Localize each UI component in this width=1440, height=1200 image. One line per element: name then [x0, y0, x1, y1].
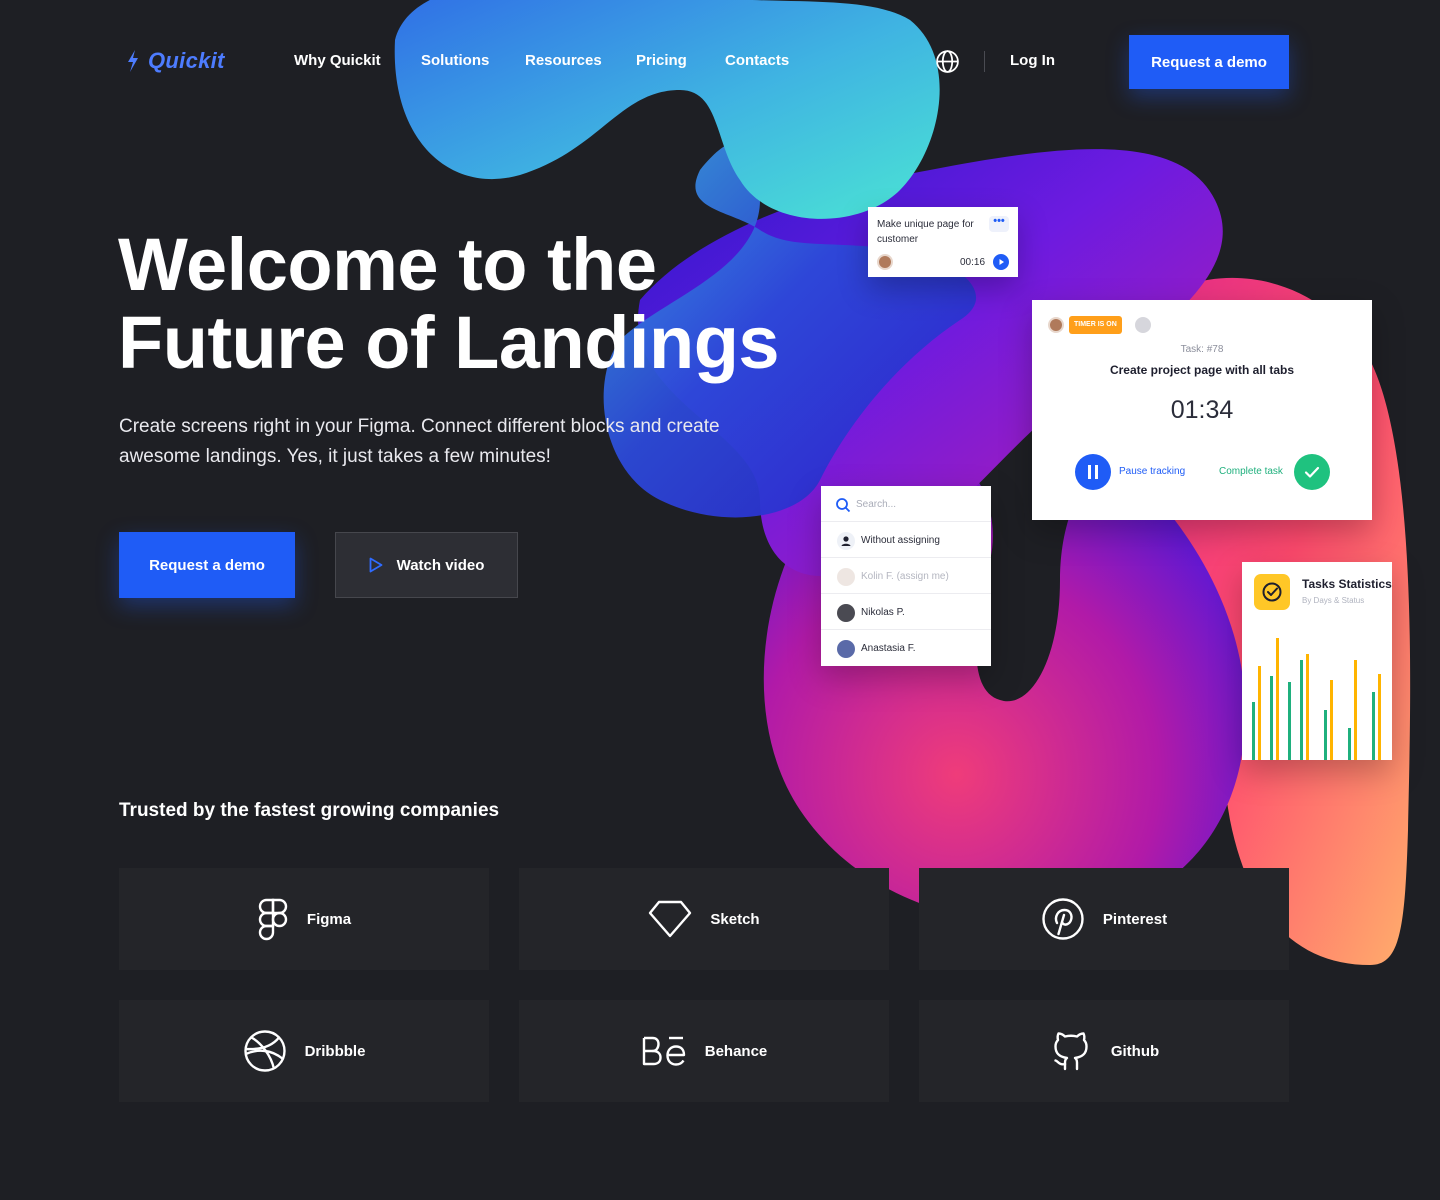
trusted-title: Trusted by the fastest growing companies — [119, 800, 500, 821]
figma-icon — [257, 897, 289, 941]
pinterest-icon — [1041, 897, 1085, 941]
logo[interactable]: Quickit — [126, 48, 225, 74]
hero-title: Welcome to the Future of Landings — [118, 226, 838, 382]
more-icon[interactable]: ••• — [989, 216, 1009, 232]
chart-bar — [1252, 702, 1255, 760]
chart-bar — [1372, 692, 1375, 760]
hero-title-line-1: Welcome to the — [118, 223, 657, 306]
brand-name: Figma — [306, 910, 352, 928]
task-number: Task: #78 — [1180, 344, 1224, 355]
brand-name: Github — [1110, 1042, 1160, 1060]
stats-title: Tasks Statistics — [1302, 577, 1392, 591]
brand-name: Sketch — [710, 910, 760, 928]
hero-title-line-2: Future of Landings — [118, 301, 780, 384]
complete-task-button[interactable] — [1294, 454, 1330, 490]
search-icon — [836, 498, 851, 513]
avatar — [1048, 317, 1064, 333]
brand-tile-pinterest[interactable]: Pinterest — [919, 868, 1289, 970]
nav-link-solutions[interactable]: Solutions — [421, 52, 489, 69]
chart-bar — [1288, 682, 1291, 760]
pause-icon — [1088, 465, 1098, 479]
avatar — [877, 254, 893, 270]
avatar — [837, 640, 855, 658]
hero-subtitle-line-2: awesome landings. Yes, it just takes a f… — [119, 446, 551, 467]
nav-link-contacts[interactable]: Contacts — [725, 52, 789, 69]
check-icon — [1304, 466, 1320, 478]
assign-search-placeholder: Search... — [856, 499, 897, 510]
bolt-icon — [128, 50, 138, 72]
chart-bar — [1324, 710, 1327, 760]
nav-link-why-quickit[interactable]: Why Quickit — [294, 52, 381, 69]
avatar — [837, 604, 855, 622]
complete-task-label[interactable]: Complete task — [1219, 466, 1283, 477]
brand-tile-behance[interactable]: Behance — [519, 1000, 889, 1102]
timer-status-badge: TIMER IS ON — [1069, 316, 1122, 334]
chart-bar — [1378, 674, 1381, 760]
brand-name: Pinterest — [1102, 910, 1168, 928]
nav-request-demo-button[interactable]: Request a demo — [1129, 35, 1289, 89]
assign-option[interactable]: Nikolas P. — [821, 594, 991, 630]
nav-link-pricing[interactable]: Pricing — [636, 52, 687, 69]
assign-option-label: Without assigning — [861, 535, 940, 546]
behance-icon — [641, 1034, 687, 1068]
brand-tile-dribbble[interactable]: Dribbble — [119, 1000, 489, 1102]
timer-card: TIMER IS ON Task: #78 Create project pag… — [1032, 300, 1372, 520]
chart-bar — [1300, 660, 1303, 760]
assign-option[interactable]: Without assigning — [821, 522, 991, 558]
sketch-icon — [648, 899, 692, 939]
task-card-title: Make unique page for customer — [877, 219, 974, 245]
stats-subtitle: By Days & Status — [1302, 596, 1365, 605]
nav-link-resources[interactable]: Resources — [525, 52, 602, 69]
brand-tile-figma[interactable]: Figma — [119, 868, 489, 970]
watch-video-button[interactable]: Watch video — [335, 532, 518, 598]
assign-option[interactable]: Anastasia F. — [821, 630, 991, 666]
chart-bar — [1354, 660, 1357, 760]
assign-option[interactable]: Kolin F. (assign me) — [821, 558, 991, 594]
pause-button[interactable] — [1075, 454, 1111, 490]
task-title: Create project page with all tabs — [1109, 363, 1295, 377]
chart-bar — [1258, 666, 1261, 760]
timer-clock: 01:34 — [1170, 396, 1234, 424]
chart-bar — [1330, 680, 1333, 760]
assign-dropdown-card: Search... Without assigning Kolin F. (as… — [821, 486, 991, 666]
pause-tracking-label[interactable]: Pause tracking — [1119, 466, 1185, 477]
play-button[interactable] — [993, 254, 1009, 270]
play-icon — [999, 259, 1004, 265]
task-check-icon — [1254, 574, 1290, 610]
dribbble-icon — [243, 1029, 287, 1073]
hero-request-demo-button[interactable]: Request a demo — [119, 532, 295, 598]
chart-bar — [1348, 728, 1351, 760]
logo-text: Quickit — [148, 48, 225, 73]
hero-subtitle-line-1: Create screens right in your Figma. Conn… — [119, 416, 720, 437]
assign-option-label: Nikolas P. — [861, 607, 905, 618]
brand-name: Behance — [704, 1042, 768, 1060]
hero-subtitle: Create screens right in your Figma. Conn… — [119, 412, 769, 472]
assign-search-field[interactable]: Search... — [821, 486, 991, 522]
nav-divider — [984, 51, 985, 72]
assign-option-label: Kolin F. (assign me) — [861, 571, 949, 582]
stats-bar-chart — [1252, 638, 1381, 760]
globe-icon[interactable] — [935, 49, 960, 74]
github-icon — [1049, 1029, 1093, 1073]
chart-bar — [1270, 676, 1273, 760]
play-icon — [369, 557, 382, 573]
brand-tile-sketch[interactable]: Sketch — [519, 868, 889, 970]
watch-video-label: Watch video — [396, 556, 485, 574]
login-link[interactable]: Log In — [1010, 52, 1055, 69]
chart-bar — [1306, 654, 1309, 760]
chart-bar — [1276, 638, 1279, 760]
avatar — [837, 568, 855, 586]
task-card: Make unique page for customer ••• 00:16 — [868, 207, 1018, 277]
brand-tile-github[interactable]: Github — [919, 1000, 1289, 1102]
user-icon — [837, 532, 855, 550]
avatar-placeholder — [1135, 317, 1151, 333]
assign-option-label: Anastasia F. — [861, 643, 916, 654]
task-card-time: 00:16 — [960, 257, 986, 268]
brand-name: Dribbble — [304, 1042, 366, 1060]
tasks-statistics-card: Tasks Statistics By Days & Status — [1242, 562, 1392, 760]
